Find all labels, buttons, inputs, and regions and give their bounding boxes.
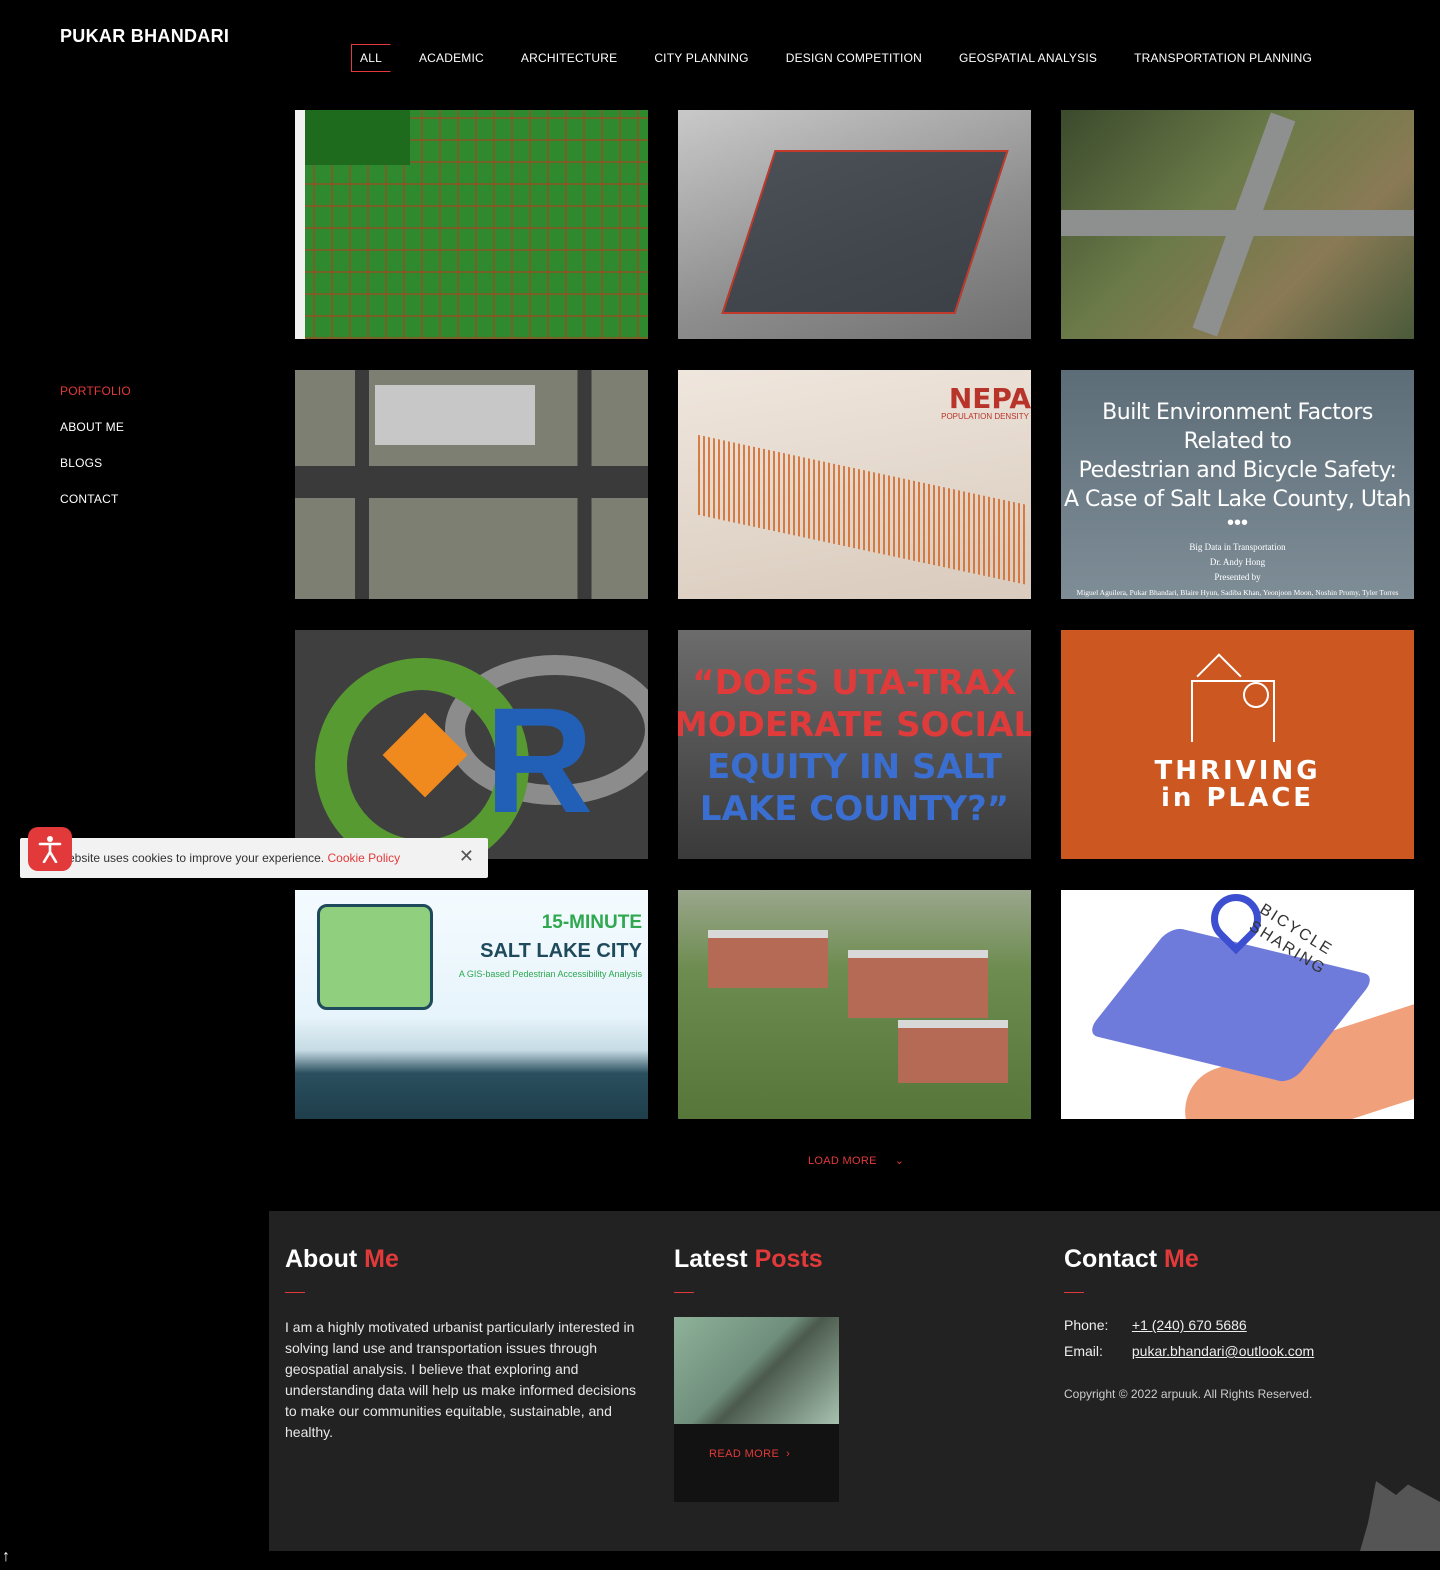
nav-about[interactable]: ABOUT ME	[60, 420, 131, 434]
nav-contact[interactable]: CONTACT	[60, 492, 131, 506]
fifteen-line-3: A GIS-based Pedestrian Accessibility Ana…	[458, 969, 642, 979]
read-more-link[interactable]: READ MORE ›	[709, 1448, 839, 1460]
footer-about-title: About Me	[285, 1245, 399, 1273]
phone-label: Phone:	[1064, 1317, 1109, 1333]
filter-architecture[interactable]: ARCHITECTURE	[512, 44, 626, 72]
fifteen-line-1: 15-MINUTE	[541, 912, 642, 933]
portfolio-item-downtown-3d-model[interactable]	[678, 110, 1031, 339]
portfolio-grid: NEPA POPULATION DENSITY Built Environmen…	[295, 110, 1414, 1119]
about-text: I am a highly motivated urbanist particu…	[285, 1319, 636, 1440]
portfolio-filters: ALL ACADEMIC ARCHITECTURE CITY PLANNING …	[351, 44, 1340, 72]
safety-instructor: Dr. Andy Hong	[1209, 557, 1266, 567]
safety-authors: Miguel Aguilera, Pukar Bhandari, Blaire …	[1076, 588, 1399, 597]
trax-line-1: “DOES UTA-TRAX	[692, 663, 1017, 703]
trax-line-4: LAKE COUNTY?”	[699, 789, 1010, 829]
nepa-subtitle: POPULATION DENSITY	[941, 412, 1029, 421]
portfolio-item-uta-trax-equity[interactable]: “DOES UTA-TRAX MODERATE SOCIAL EQUITY IN…	[678, 630, 1031, 859]
r-letter: R	[485, 676, 594, 844]
footer-rule	[674, 1292, 694, 1293]
portfolio-item-thriving-in-place[interactable]: THRIVING in PLACE	[1061, 630, 1414, 859]
trax-title: “DOES UTA-TRAX MODERATE SOCIAL EQUITY IN…	[678, 662, 1031, 830]
cookie-message: ebsite uses cookies to improve your expe…	[68, 851, 400, 865]
portfolio-item-site-access-plan[interactable]	[295, 370, 648, 599]
sun-icon	[1243, 682, 1269, 708]
study-area-outline	[721, 150, 1009, 314]
filter-design-competition[interactable]: DESIGN COMPETITION	[777, 44, 931, 72]
cookie-text: ebsite uses cookies to improve your expe…	[68, 851, 325, 865]
filter-transportation-planning[interactable]: TRANSPORTATION PLANNING	[1125, 44, 1321, 72]
chevron-down-icon: ⌄	[894, 1155, 905, 1167]
post-thumbnail[interactable]	[674, 1317, 839, 1424]
safety-title-line-3: A Case of Salt Lake County, Utah	[1064, 487, 1411, 512]
filter-geospatial-analysis[interactable]: GEOSPATIAL ANALYSIS	[950, 44, 1106, 72]
safety-course: Big Data in Transportation	[1189, 542, 1286, 552]
safety-title-line-2: Pedestrian and Bicycle Safety:	[1078, 458, 1397, 483]
safety-presented: Presented by	[1214, 572, 1261, 582]
trax-line-2: MODERATE SOCIAL	[678, 705, 1031, 745]
arrow-up-icon[interactable]: ↑	[2, 1548, 10, 1566]
footer-contact: Contact Me Phone: +1 (240) 670 5686 Emai…	[1064, 1245, 1314, 1401]
accessibility-icon	[38, 836, 62, 863]
portfolio-item-nepal-population-density[interactable]: NEPA POPULATION DENSITY	[678, 370, 1031, 599]
email-link[interactable]: pukar.bhandari@outlook.com	[1132, 1343, 1314, 1359]
footer-about: About Me I am a highly motivated urbanis…	[285, 1245, 645, 1443]
load-more-button[interactable]: LOAD MORE ⌄	[808, 1154, 905, 1168]
campus-building	[848, 950, 988, 1018]
portfolio-item-bicycle-sharing[interactable]: BICYCLE SHARING	[1061, 890, 1414, 1119]
fifteen-line-2: SALT LAKE CITY	[480, 940, 642, 962]
site-logo[interactable]: PUKAR BHANDARI	[60, 26, 229, 47]
copyright: Copyright © 2022 arpuuk. All Rights Rese…	[1064, 1387, 1313, 1401]
nepa-title: NEPA	[948, 382, 1031, 415]
footer-rule	[1064, 1292, 1084, 1293]
map-silhouette	[1360, 1481, 1440, 1551]
portfolio-item-qgis-r[interactable]: R	[295, 630, 648, 859]
map-icon	[317, 904, 433, 1010]
portfolio-item-green-grid-map[interactable]	[295, 110, 648, 339]
phone-link[interactable]: +1 (240) 670 5686	[1132, 1317, 1247, 1333]
nav-blogs[interactable]: BLOGS	[60, 456, 131, 470]
load-more-label: LOAD MORE	[808, 1154, 877, 1167]
safety-title-line-1: Built Environment Factors Related to	[1102, 400, 1373, 454]
nav-portfolio[interactable]: PORTFOLIO	[60, 384, 131, 398]
footer-posts-title: Latest Posts	[674, 1245, 823, 1273]
footer-posts: Latest Posts READ MORE ›	[674, 1245, 839, 1502]
cookie-banner: ebsite uses cookies to improve your expe…	[20, 838, 488, 878]
map-block	[305, 110, 410, 165]
accessibility-button[interactable]	[28, 827, 72, 871]
thriving-title: THRIVING in PLACE	[1061, 758, 1414, 812]
phone-row: Phone: +1 (240) 670 5686	[1064, 1317, 1314, 1333]
portfolio-item-highway-interchange[interactable]	[1061, 110, 1414, 339]
trax-line-3: EQUITY IN SALT	[706, 747, 1002, 787]
latest-post-card[interactable]: READ MORE ›	[674, 1317, 839, 1502]
campus-building	[898, 1020, 1008, 1083]
close-icon[interactable]: ✕	[459, 846, 474, 867]
site-building	[375, 385, 535, 445]
footer-rule	[285, 1292, 305, 1293]
side-nav: PORTFOLIO ABOUT ME BLOGS CONTACT	[60, 384, 131, 528]
filter-academic[interactable]: ACADEMIC	[410, 44, 493, 72]
portfolio-item-15-minute-slc[interactable]: 15-MINUTE SALT LAKE CITY A GIS-based Ped…	[295, 890, 648, 1119]
portfolio-item-campus-design[interactable]	[678, 890, 1031, 1119]
thriving-line-1: THRIVING	[1154, 756, 1321, 786]
filter-city-planning[interactable]: CITY PLANNING	[645, 44, 757, 72]
footer-contact-title: Contact Me	[1064, 1245, 1199, 1273]
safety-dots: •••	[1226, 512, 1248, 534]
campus-building	[708, 930, 828, 988]
map-axis-strip	[295, 110, 305, 339]
thriving-line-2: in PLACE	[1160, 783, 1315, 813]
email-label: Email:	[1064, 1343, 1103, 1359]
density-spikes	[698, 434, 1028, 586]
email-row: Email: pukar.bhandari@outlook.com	[1064, 1343, 1314, 1359]
portfolio-item-pedestrian-bicycle-safety[interactable]: Built Environment Factors Related to Ped…	[1061, 370, 1414, 599]
filter-all[interactable]: ALL	[351, 44, 391, 72]
site-footer: About Me I am a highly motivated urbanis…	[269, 1211, 1440, 1551]
cookie-policy-link[interactable]: Cookie Policy	[327, 851, 400, 865]
